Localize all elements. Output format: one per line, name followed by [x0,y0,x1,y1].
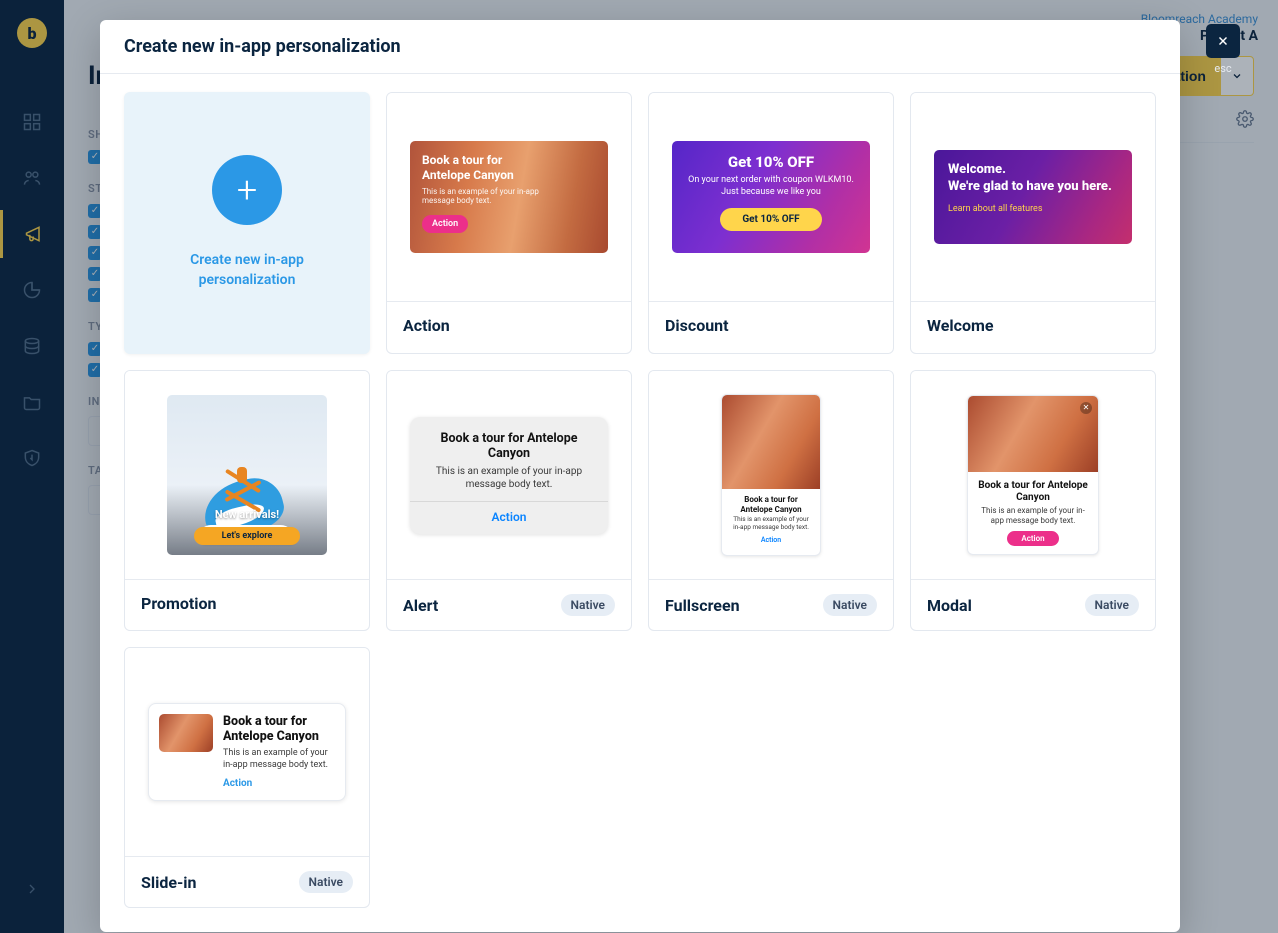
preview-button: Action [422,215,468,233]
card-slidein[interactable]: Book a tour for Antelope Canyon This is … [124,647,370,908]
preview-image [159,714,213,752]
card-label: Modal [927,596,972,615]
preview-body: This is an example of your in-app messag… [223,748,335,771]
card-label: Discount [665,316,729,335]
preview-title: Welcome. We're glad to have you here. [948,162,1118,196]
native-badge: Native [823,594,877,616]
card-action[interactable]: Book a tour for Antelope Canyon This is … [386,92,632,354]
preview-body: This is an example of your in-app messag… [976,506,1090,525]
native-badge: Native [561,594,615,616]
preview-button: Get 10% OFF [720,208,821,231]
card-label: Fullscreen [665,596,740,615]
preview-alert: Book a tour for Antelope Canyon This is … [410,417,608,534]
card-label: Action [403,316,450,335]
esc-hint: esc [1214,62,1231,75]
preview-title: Book a tour for Antelope Canyon [730,495,812,514]
create-card-label: Create new in-app personalization [145,251,349,290]
preview-image [968,396,1098,472]
preview-button: Action [730,536,812,544]
preview-body: This is an example of your in-app messag… [422,187,562,205]
card-label: Welcome [927,316,994,335]
preview-caption: New arrivals! [215,508,279,521]
modal-title: Create new in-app personalization [124,36,401,57]
preview-action: Book a tour for Antelope Canyon This is … [410,141,608,253]
preview-button: Let's explore [194,527,301,545]
preview-slidein: Book a tour for Antelope Canyon This is … [148,703,346,801]
card-fullscreen[interactable]: Book a tour for Antelope Canyon This is … [648,370,894,631]
preview-button: Action [410,502,608,534]
card-alert[interactable]: Book a tour for Antelope Canyon This is … [386,370,632,631]
preview-title: Book a tour for Antelope Canyon [223,714,335,744]
preview-body: This is an example of your in-app messag… [426,465,592,491]
preview-fullscreen: Book a tour for Antelope Canyon This is … [721,394,821,556]
preview-body: This is an example of your in-app messag… [730,516,812,532]
create-personalization-modal: esc Create new in-app personalization + … [100,20,1180,932]
card-create-new[interactable]: + Create new in-app personalization [124,92,370,354]
preview-button: Action [1007,531,1058,546]
card-discount[interactable]: Get 10% OFF On your next order with coup… [648,92,894,354]
preview-link: Learn about all features [948,204,1118,214]
card-modal[interactable]: ✕ Book a tour for Antelope Canyon This i… [910,370,1156,631]
native-badge: Native [299,871,353,893]
preview-title: Book a tour for Antelope Canyon [426,431,592,461]
card-promotion[interactable]: New arrivals! Let's explore Promotion [124,370,370,631]
card-label: Slide-in [141,873,196,892]
preview-promotion: New arrivals! Let's explore [167,395,327,555]
preview-welcome: Welcome. We're glad to have you here. Le… [934,150,1132,244]
preview-title: Get 10% OFF [686,153,856,171]
card-label: Alert [403,596,438,615]
card-label: Promotion [141,594,217,613]
preview-body: On your next order with coupon WLKM10. J… [686,175,856,198]
card-welcome[interactable]: Welcome. We're glad to have you here. Le… [910,92,1156,354]
preview-image [722,395,820,489]
preview-discount: Get 10% OFF On your next order with coup… [672,141,870,253]
preview-button: Action [223,778,252,789]
preview-modal: ✕ Book a tour for Antelope Canyon This i… [967,395,1099,555]
close-icon: ✕ [1080,402,1092,414]
preview-title: Book a tour for Antelope Canyon [976,480,1090,504]
native-badge: Native [1085,594,1139,616]
plus-icon: + [212,155,282,225]
close-button[interactable] [1206,24,1240,58]
preview-title: Book a tour for Antelope Canyon [422,153,532,183]
